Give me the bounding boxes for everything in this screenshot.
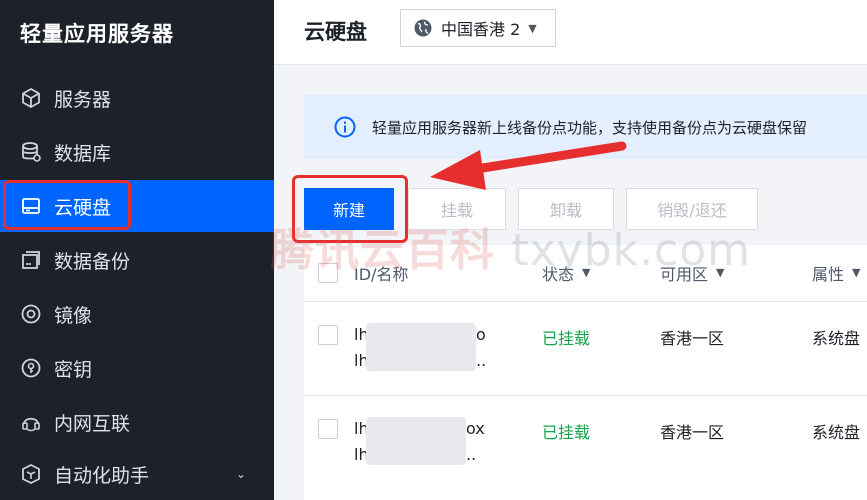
- watermark-text: 腾讯云百科: [270, 225, 495, 276]
- watermark-domain: txybk.com: [511, 225, 752, 276]
- watermark: 腾讯云百科 txybk.com: [270, 214, 751, 278]
